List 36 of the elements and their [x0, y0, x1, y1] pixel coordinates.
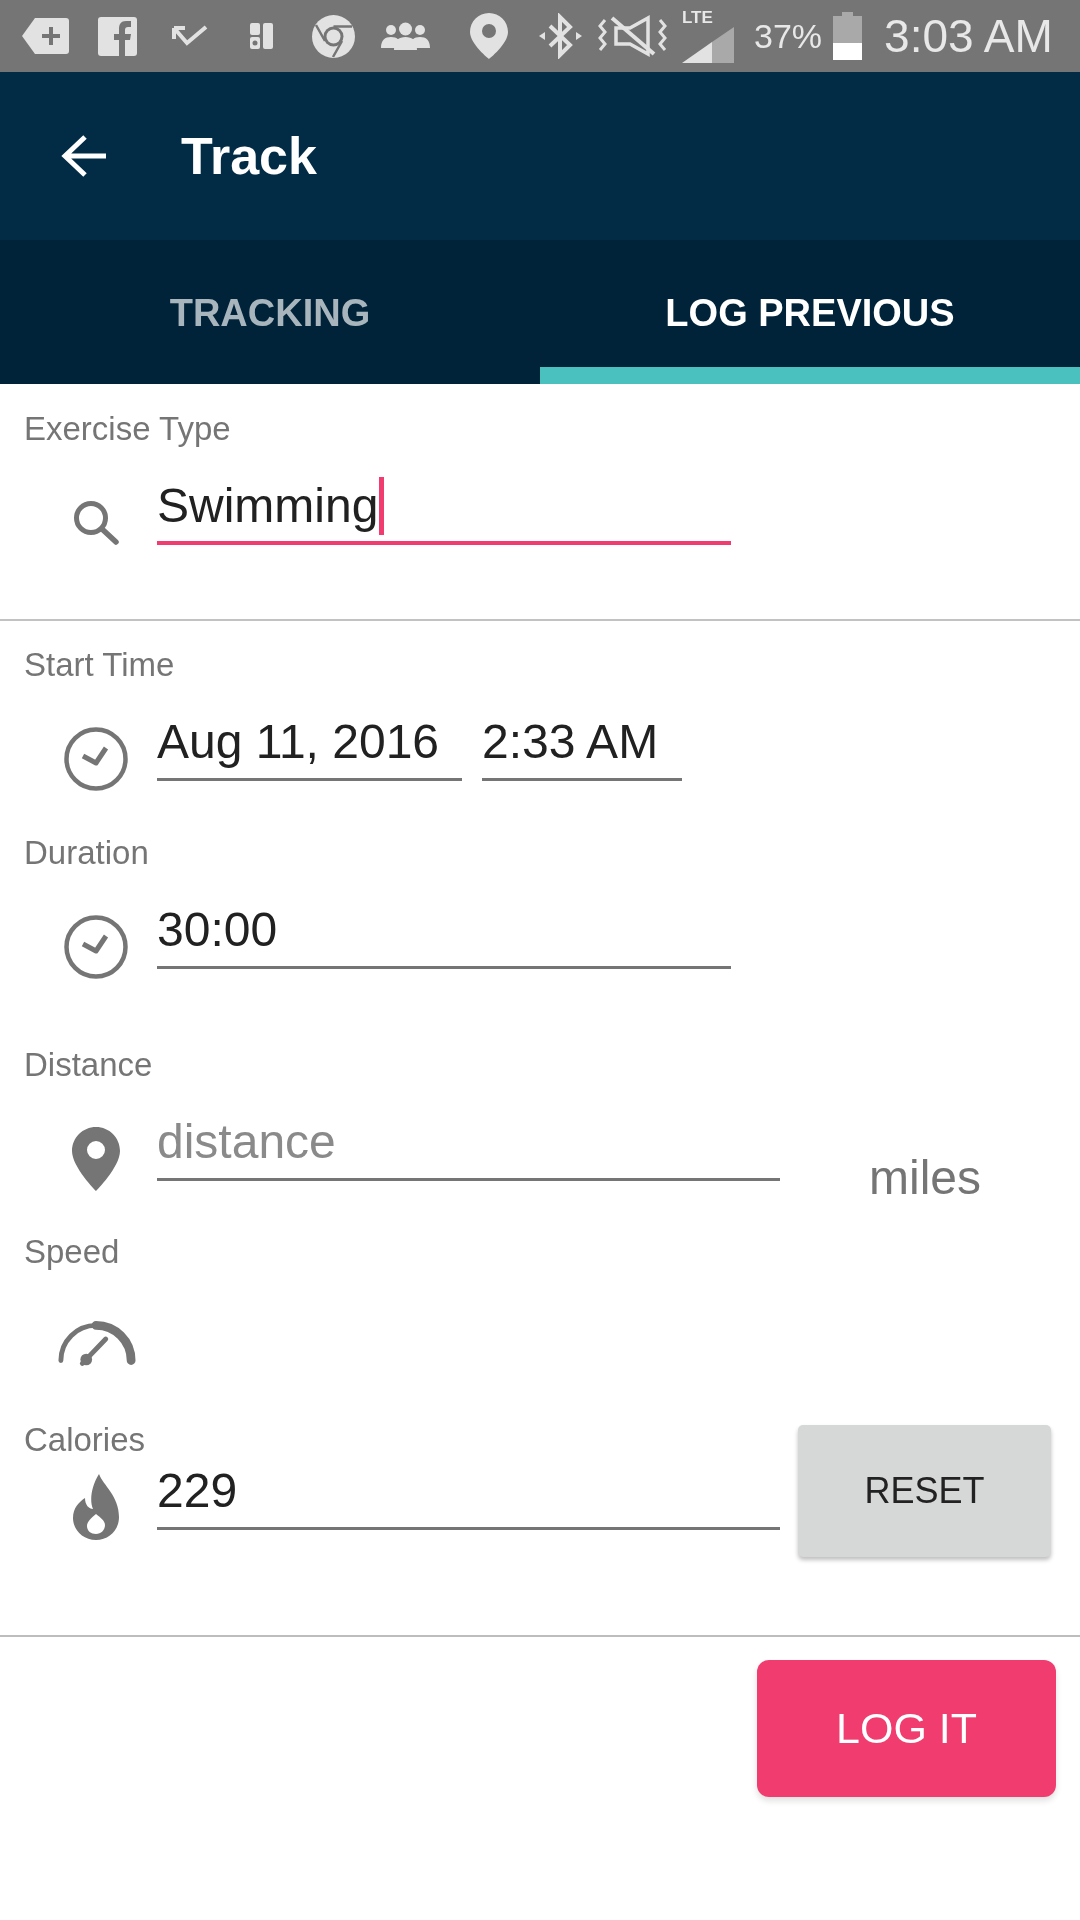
location-pin-icon: [470, 13, 508, 59]
date-field[interactable]: Aug 11, 2016: [157, 713, 462, 781]
reset-button[interactable]: RESET: [798, 1425, 1051, 1557]
plus-tag-icon: [22, 18, 69, 54]
tab[interactable]: LOG PREVIOUS: [540, 240, 1080, 384]
field-label: Calories: [24, 1422, 146, 1458]
location-pin-icon: [72, 1127, 120, 1191]
clock-icon: [64, 915, 128, 979]
input-field[interactable]: 229: [157, 1462, 780, 1530]
back-arrow-icon[interactable]: [60, 134, 108, 178]
unit-label: miles: [869, 1154, 981, 1202]
app-icon: [250, 21, 273, 51]
input-field[interactable]: Swimming: [157, 477, 731, 545]
submit-button[interactable]: LOG IT: [757, 1660, 1056, 1797]
tab[interactable]: TRACKING: [0, 240, 540, 384]
field-label: Speed: [24, 1234, 120, 1270]
flame-icon: [72, 1474, 120, 1540]
field-label: Exercise Type: [24, 411, 231, 447]
battery-icon: [833, 12, 863, 60]
circle-logo-icon: [312, 14, 355, 58]
field-label: Distance: [24, 1047, 153, 1083]
clock-icon: [64, 727, 128, 791]
battery-percent: 37%: [754, 16, 823, 56]
bluetooth-icon: [537, 13, 584, 59]
signal-icon: [682, 27, 734, 63]
field-label: Start Time: [24, 647, 175, 683]
people-icon: [381, 22, 430, 50]
status-time: 3:03 AM: [884, 9, 1053, 63]
time-field[interactable]: 2:33 AM: [482, 713, 682, 781]
search-icon: [72, 499, 120, 545]
field-label: Duration: [24, 835, 149, 871]
input-field[interactable]: 30:00: [157, 901, 731, 969]
network-type-label: LTE: [682, 9, 713, 27]
screen-title: Track: [181, 126, 317, 186]
vibrate-off-icon: [598, 14, 667, 58]
f-logo-icon: [98, 16, 137, 56]
